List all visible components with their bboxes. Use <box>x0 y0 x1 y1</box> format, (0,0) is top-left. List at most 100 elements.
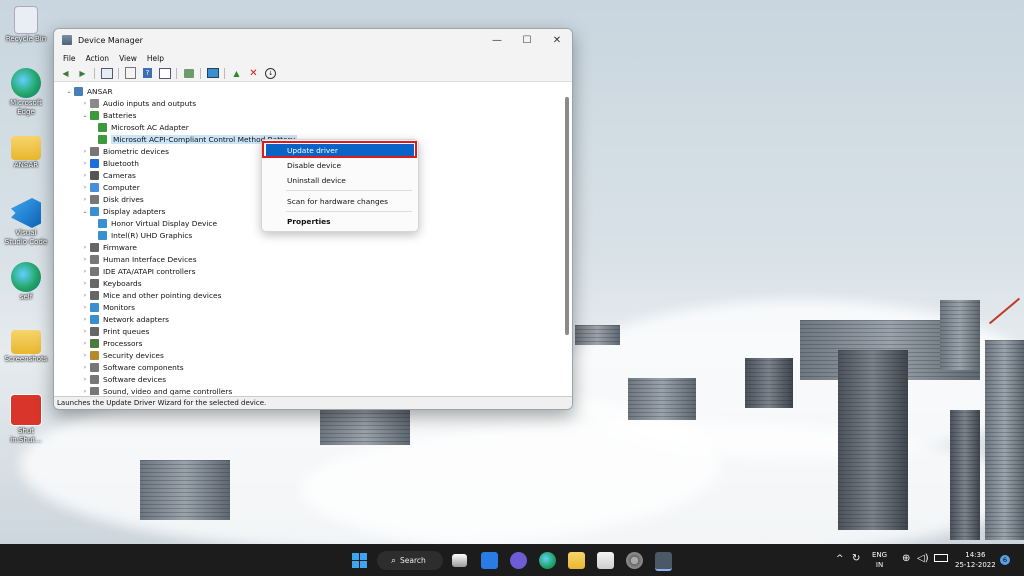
menu-uninstall-device[interactable]: Uninstall device <box>266 174 414 187</box>
tree-item[interactable]: › Print queues <box>80 325 149 337</box>
tree-item[interactable]: › Keyboards <box>80 277 142 289</box>
scan-hardware-icon[interactable] <box>182 67 195 80</box>
language-indicator[interactable]: ENG IN <box>872 550 887 570</box>
file-explorer-icon[interactable] <box>568 552 585 569</box>
chevron-icon[interactable]: › <box>80 304 90 311</box>
settings-icon[interactable] <box>626 552 643 569</box>
edge-icon <box>11 68 41 98</box>
help-icon[interactable]: ? <box>141 67 154 80</box>
forward-icon[interactable]: ▶ <box>76 67 89 80</box>
chevron-icon[interactable]: › <box>80 340 90 347</box>
chevron-icon[interactable]: › <box>80 292 90 299</box>
chat-icon[interactable] <box>510 552 527 569</box>
menu-properties[interactable]: Properties <box>266 215 414 228</box>
task-view-icon[interactable] <box>452 554 467 567</box>
sync-icon[interactable]: ↻ <box>852 553 860 564</box>
chevron-icon[interactable]: › <box>80 268 90 275</box>
menu-action[interactable]: Action <box>81 54 115 63</box>
menu-disable-device[interactable]: Disable device <box>266 159 414 172</box>
chevron-icon[interactable]: ⌄ <box>80 112 90 119</box>
chevron-icon[interactable]: › <box>80 316 90 323</box>
tree-item[interactable]: › Sound, video and game controllers <box>80 385 232 395</box>
tree-item[interactable]: Microsoft AC Adapter <box>92 121 189 133</box>
title-bar[interactable]: Device Manager — ☐ ✕ <box>54 29 572 51</box>
vertical-scrollbar[interactable] <box>564 95 570 363</box>
battery-icon[interactable] <box>934 554 948 562</box>
chevron-icon[interactable]: › <box>80 352 90 359</box>
tree-item[interactable]: › Network adapters <box>80 313 169 325</box>
back-icon[interactable]: ◀ <box>59 67 72 80</box>
display-icon <box>98 218 107 228</box>
chevron-icon[interactable]: ⌄ <box>80 208 90 215</box>
tree-item[interactable]: Intel(R) UHD Graphics <box>92 229 192 241</box>
tree-item[interactable]: › Processors <box>80 337 142 349</box>
tree-item[interactable]: › Cameras <box>80 169 136 181</box>
chevron-icon[interactable]: › <box>80 244 90 251</box>
properties-icon[interactable] <box>124 67 137 80</box>
monitor-icon[interactable] <box>206 67 219 80</box>
menu-file[interactable]: File <box>58 54 81 63</box>
chevron-icon[interactable]: › <box>80 256 90 263</box>
tree-item[interactable]: › Security devices <box>80 349 164 361</box>
tree-item[interactable]: › Mice and other pointing devices <box>80 289 221 301</box>
edge-icon[interactable] <box>539 552 556 569</box>
device-manager-taskbar-icon[interactable] <box>655 552 672 571</box>
tree-item[interactable]: ⌄ Batteries <box>80 109 136 121</box>
desktop-icon-shutdown[interactable]: Shut in:Shut... <box>4 394 48 445</box>
download-icon[interactable]: ↓ <box>264 67 277 80</box>
building <box>140 460 230 520</box>
desktop-icon-edge[interactable]: Microsoft Edge <box>4 68 48 117</box>
desktop-icon-vscode[interactable]: Visual Studio Code <box>4 198 48 247</box>
chevron-icon[interactable]: ⌄ <box>64 88 74 95</box>
chevron-icon[interactable]: › <box>80 148 90 155</box>
tree-item[interactable]: › Monitors <box>80 301 135 313</box>
taskbar-search[interactable]: ⌕ Search <box>377 551 443 570</box>
tree-item[interactable]: › Audio inputs and outputs <box>80 97 196 109</box>
notification-badge[interactable]: 6 <box>1000 555 1010 565</box>
tree-item[interactable]: › Bluetooth <box>80 157 139 169</box>
volume-icon[interactable]: ◁) <box>917 553 929 564</box>
tree-item[interactable]: › Biometric devices <box>80 145 169 157</box>
menu-view[interactable]: View <box>114 54 142 63</box>
chevron-icon[interactable]: › <box>80 160 90 167</box>
desktop-icon-ansar[interactable]: ANSAR <box>4 136 48 170</box>
maximize-button[interactable]: ☐ <box>512 29 542 51</box>
chevron-icon[interactable]: › <box>80 100 90 107</box>
clock[interactable]: 14:36 25-12-2022 <box>955 550 996 570</box>
menu-scan-hardware[interactable]: Scan for hardware changes <box>266 195 414 208</box>
chevron-up-icon[interactable]: ^ <box>836 554 844 564</box>
tree-item[interactable]: › Human Interface Devices <box>80 253 197 265</box>
desktop-icon-screenshots[interactable]: Screenshots <box>4 330 48 364</box>
tree-item[interactable]: › IDE ATA/ATAPI controllers <box>80 265 195 277</box>
chevron-icon[interactable]: › <box>80 184 90 191</box>
close-button[interactable]: ✕ <box>542 29 572 51</box>
tree-item[interactable]: › Software devices <box>80 373 166 385</box>
chevron-icon[interactable]: › <box>80 388 90 395</box>
tree-item[interactable]: ⌄ Display adapters <box>80 205 165 217</box>
tree-item[interactable]: › Firmware <box>80 241 137 253</box>
uninstall-icon[interactable]: ✕ <box>247 67 260 80</box>
tree-item[interactable]: › Software components <box>80 361 184 373</box>
minimize-button[interactable]: — <box>482 29 512 51</box>
chevron-icon[interactable]: › <box>80 328 90 335</box>
tree-item[interactable]: › Disk drives <box>80 193 144 205</box>
tree-item[interactable]: Honor Virtual Display Device <box>92 217 217 229</box>
desktop-icon-recycle-bin[interactable]: Recycle Bin <box>4 6 48 44</box>
tree-item[interactable]: › Computer <box>80 181 140 193</box>
store-icon[interactable] <box>597 552 614 569</box>
chevron-icon[interactable]: › <box>80 196 90 203</box>
tree-item[interactable]: ⌄ ANSAR <box>64 85 113 97</box>
view-icon[interactable] <box>158 67 171 80</box>
start-icon[interactable] <box>351 552 368 569</box>
chevron-icon[interactable]: › <box>80 280 90 287</box>
show-hide-console-tree-icon[interactable] <box>100 67 113 80</box>
network-icon[interactable]: ⊕ <box>902 553 910 564</box>
desktop-icon-self[interactable]: self <box>4 262 48 302</box>
widgets-icon[interactable] <box>481 552 498 569</box>
chevron-icon[interactable]: › <box>80 172 90 179</box>
menu-help[interactable]: Help <box>142 54 169 63</box>
scrollbar-thumb[interactable] <box>565 97 569 335</box>
update-driver-icon[interactable]: ▲ <box>230 67 243 80</box>
chevron-icon[interactable]: › <box>80 364 90 371</box>
chevron-icon[interactable]: › <box>80 376 90 383</box>
